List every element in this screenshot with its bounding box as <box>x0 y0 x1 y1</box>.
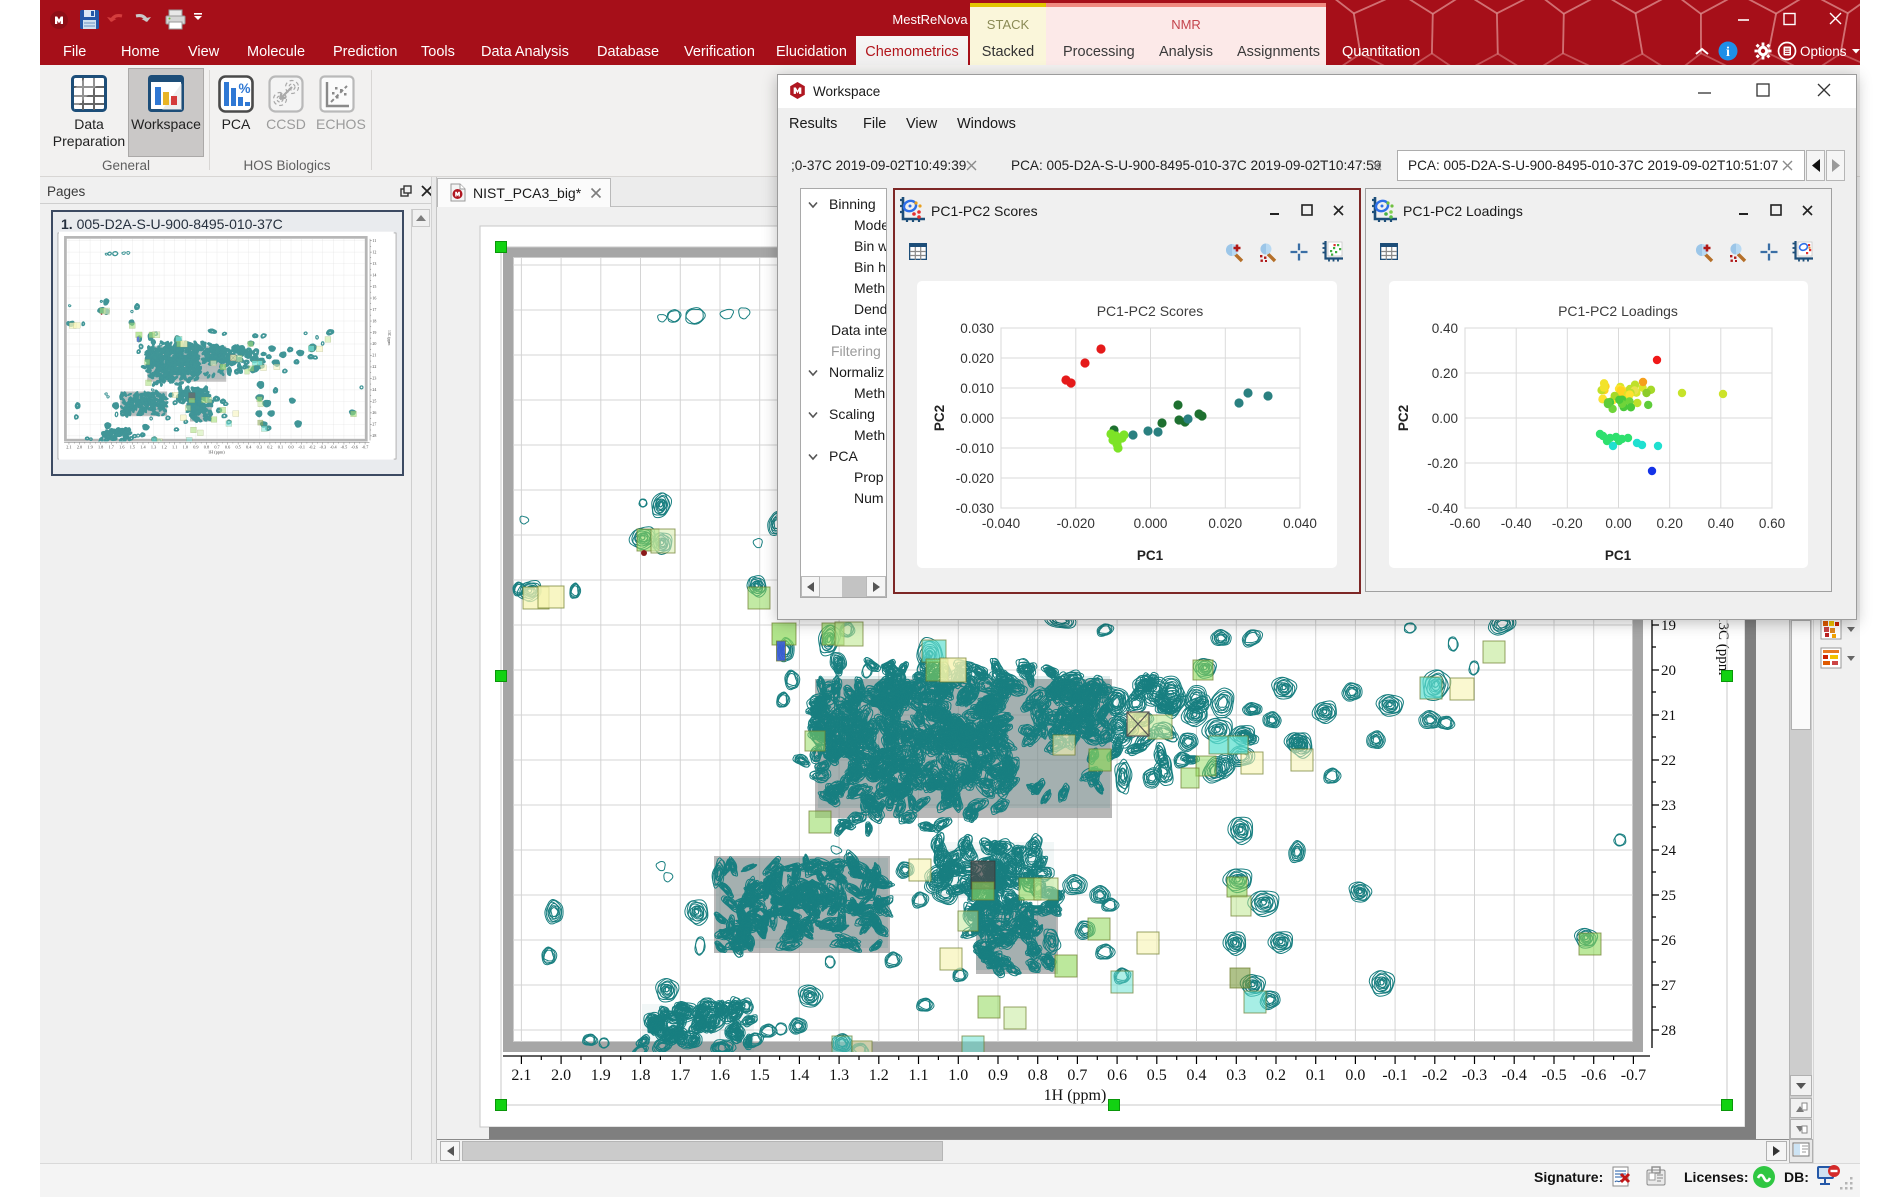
svg-text:0.000: 0.000 <box>1134 516 1168 531</box>
svg-text:-0.010: -0.010 <box>956 441 994 456</box>
svg-text:0.40: 0.40 <box>1708 516 1734 531</box>
svg-text:0.020: 0.020 <box>960 351 994 366</box>
svg-text:PC2: PC2 <box>1396 405 1411 431</box>
svg-text:-0.60: -0.60 <box>1450 516 1481 531</box>
svg-text:-0.20: -0.20 <box>1427 456 1458 471</box>
svg-text:0.60: 0.60 <box>1759 516 1785 531</box>
svg-text:-0.40: -0.40 <box>1427 501 1458 516</box>
svg-text:0.20: 0.20 <box>1432 366 1458 381</box>
svg-text:-0.20: -0.20 <box>1552 516 1583 531</box>
svg-text:-0.040: -0.040 <box>982 516 1020 531</box>
svg-text:0.010: 0.010 <box>960 381 994 396</box>
svg-text:PC1: PC1 <box>1605 548 1632 563</box>
svg-text:0.00: 0.00 <box>1432 411 1458 426</box>
svg-text:0.40: 0.40 <box>1432 321 1458 336</box>
svg-text:PC2: PC2 <box>932 405 947 431</box>
svg-text:0.040: 0.040 <box>1283 516 1317 531</box>
svg-text:0.00: 0.00 <box>1605 516 1631 531</box>
svg-text:PC1: PC1 <box>1137 548 1164 563</box>
svg-text:-0.40: -0.40 <box>1501 516 1532 531</box>
svg-text:-0.020: -0.020 <box>1057 516 1095 531</box>
svg-text:-0.020: -0.020 <box>956 471 994 486</box>
svg-text:0.000: 0.000 <box>960 411 994 426</box>
svg-text:-0.030: -0.030 <box>956 501 994 516</box>
svg-text:0.020: 0.020 <box>1208 516 1242 531</box>
svg-text:PC1-PC2 Scores: PC1-PC2 Scores <box>1097 303 1204 319</box>
svg-text:0.030: 0.030 <box>960 321 994 336</box>
svg-text:PC1-PC2 Loadings: PC1-PC2 Loadings <box>1558 303 1678 319</box>
svg-text:0.20: 0.20 <box>1657 516 1683 531</box>
